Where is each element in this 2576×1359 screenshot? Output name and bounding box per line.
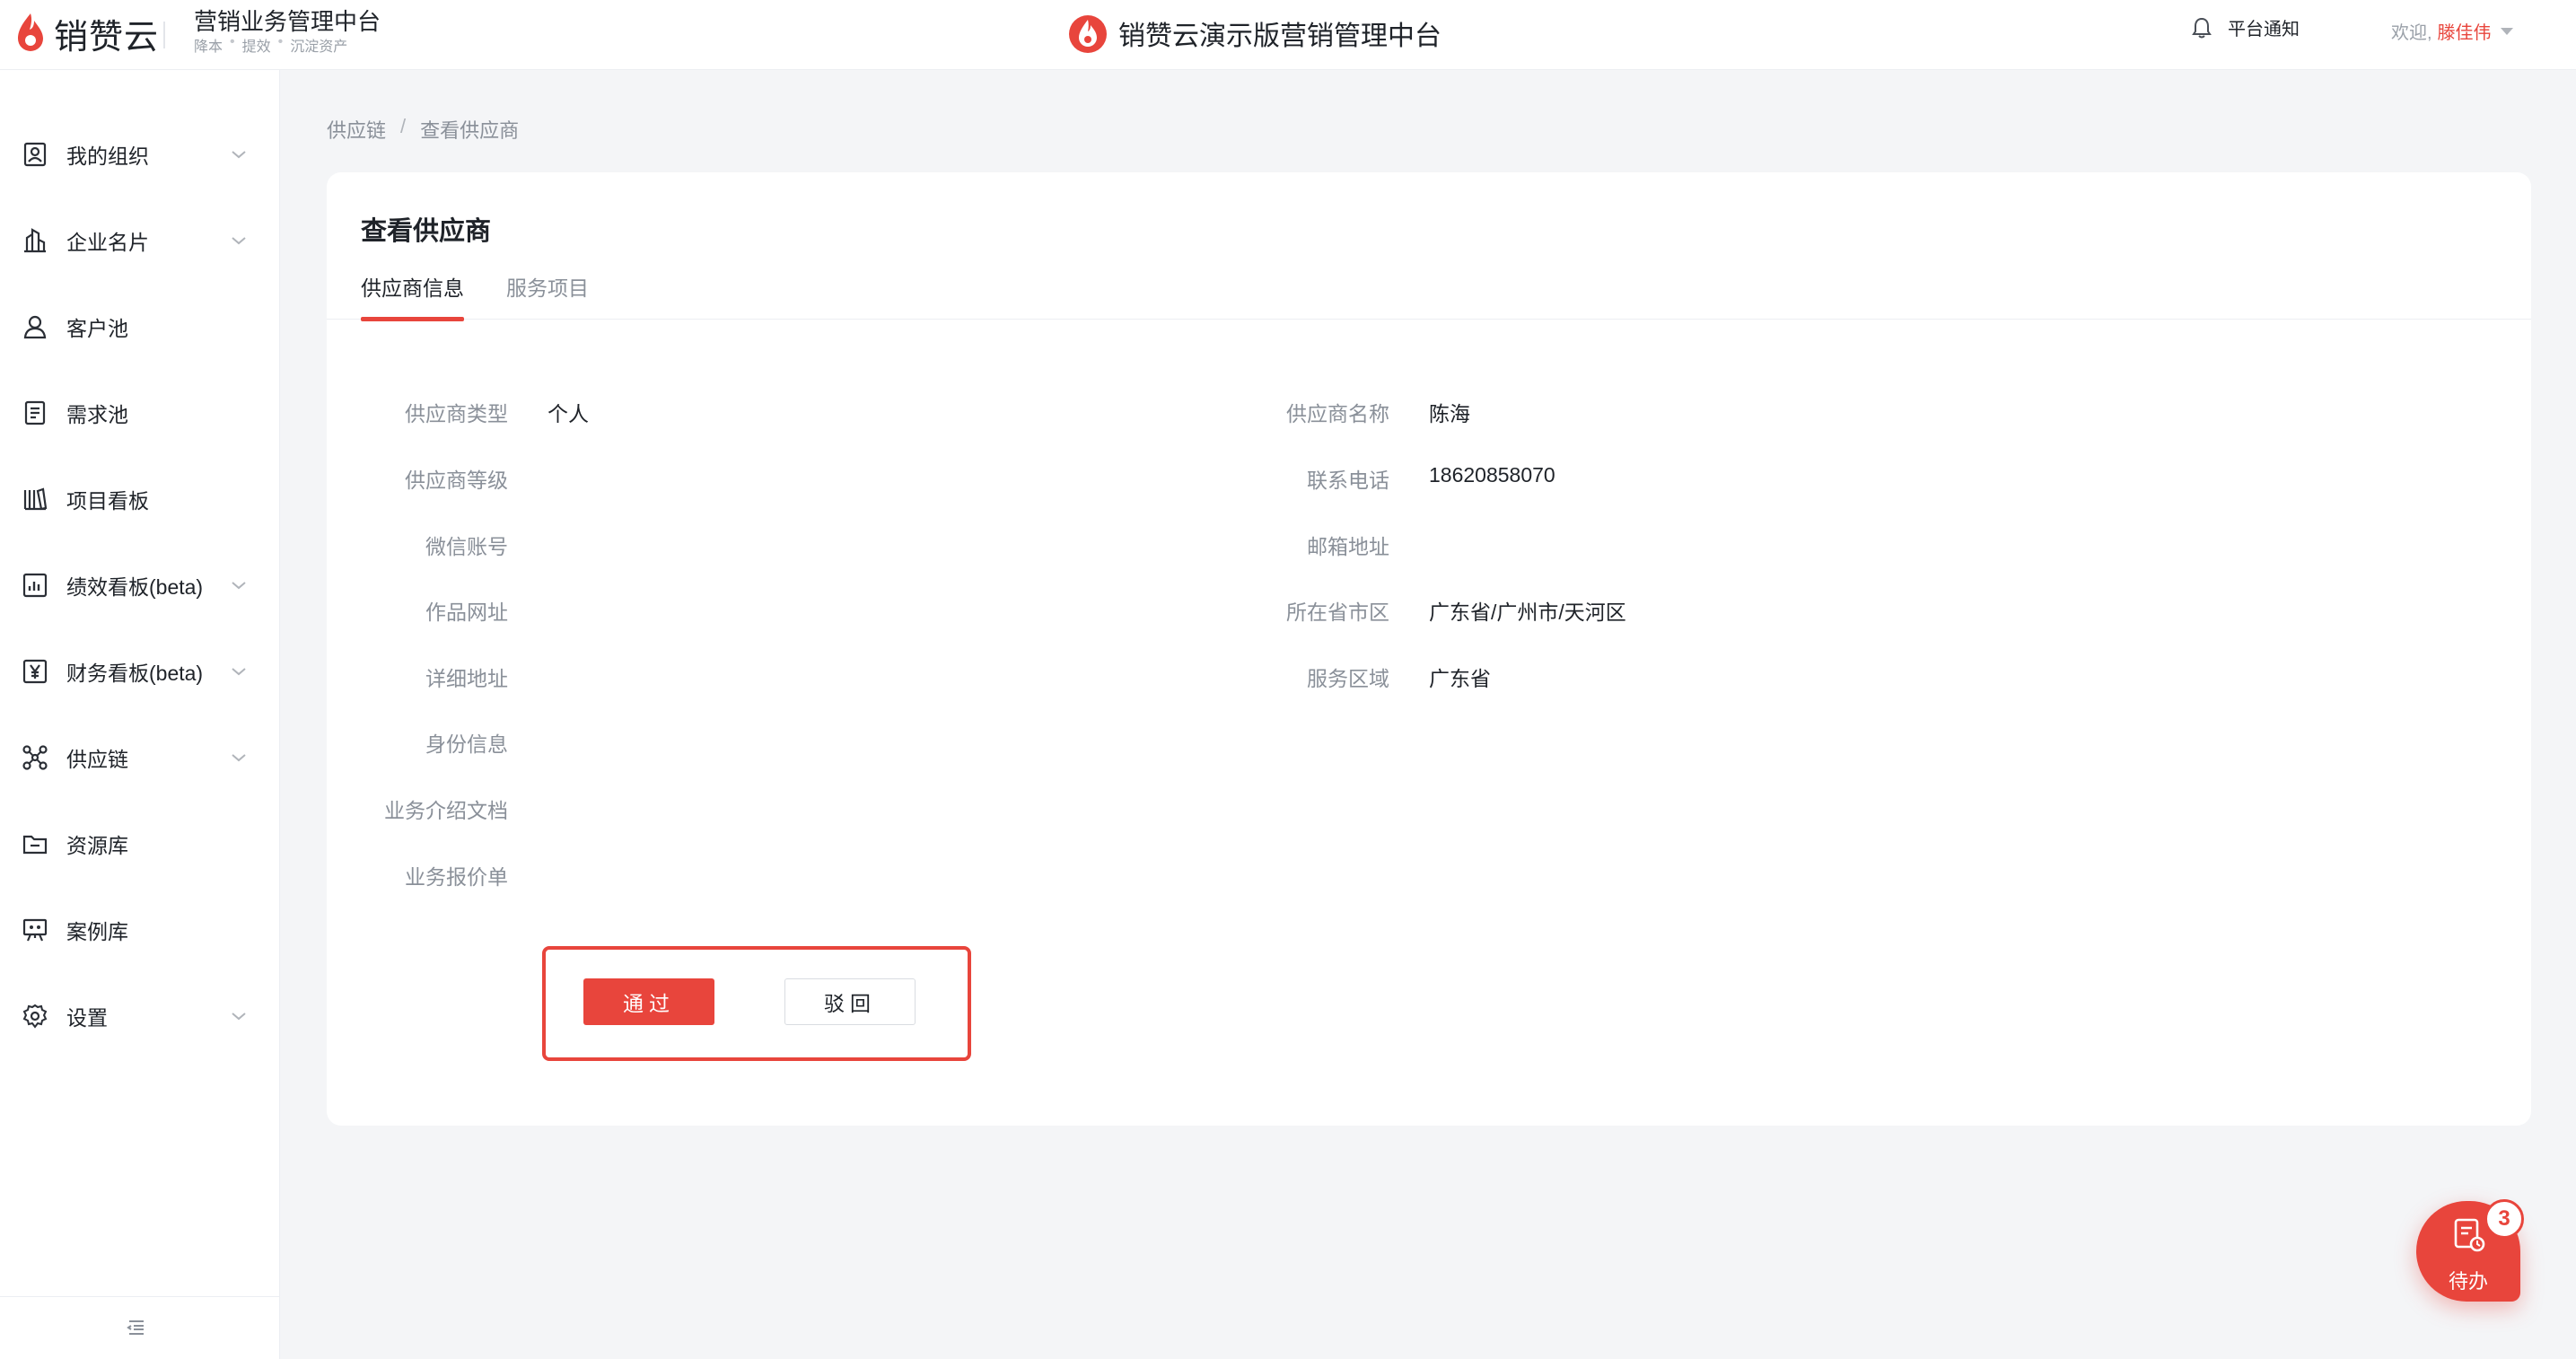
sidebar-item-demands[interactable]: 需求池 (0, 386, 280, 440)
chevron-down-icon (232, 237, 246, 245)
org-icon (23, 142, 47, 167)
collapse-menu-icon (127, 1320, 144, 1335)
breadcrumb: 供应链 / 查看供应商 (327, 115, 519, 144)
sidebar-item-performance[interactable]: 绩效看板(beta) (0, 558, 280, 612)
books-icon (23, 487, 48, 511)
todo-float-button[interactable]: 待办 3 (2416, 1199, 2524, 1302)
presentation-icon (22, 918, 48, 942)
chevron-down-icon (232, 1013, 246, 1021)
gear-icon (22, 1004, 48, 1029)
top-header: 销赞云 营销业务管理中台 降本 • 提效 • 沉淀资产 销赞云演示版营销管理中台… (0, 0, 2576, 70)
sidebar-item-customers[interactable]: 客户池 (0, 300, 280, 354)
breadcrumb-parent[interactable]: 供应链 (327, 115, 386, 144)
field-value-phone: 18620858070 (1429, 463, 1555, 487)
sidebar-item-organization[interactable]: 我的组织 (0, 127, 280, 181)
yen-icon (22, 659, 48, 684)
sidebar-item-label: 企业名片 (66, 231, 149, 254)
reject-button[interactable]: 驳回 (784, 978, 916, 1025)
field-label-address: 详细地址 (425, 667, 508, 690)
field-value-region: 广东省/广州市/天河区 (1429, 601, 1626, 624)
platform-notice[interactable]: 平台通知 (2192, 14, 2300, 40)
breadcrumb-current: 查看供应商 (420, 119, 520, 142)
field-label-supplier-name: 供应商名称 (1286, 402, 1389, 425)
approve-button[interactable]: 通过 (583, 978, 714, 1025)
sidebar-item-projects[interactable]: 项目看板 (0, 472, 280, 526)
document-icon (24, 400, 46, 425)
network-icon (22, 745, 48, 770)
chart-icon (22, 573, 48, 598)
chevron-down-icon (232, 582, 246, 590)
sidebar-item-settings[interactable]: 设置 (0, 989, 280, 1043)
field-label-supplier-level: 供应商等级 (405, 469, 508, 492)
chevron-down-icon (232, 754, 246, 762)
sidebar-item-label: 设置 (66, 1006, 108, 1030)
todo-label: 待办 (2448, 1270, 2488, 1293)
field-label-phone: 联系电话 (1307, 469, 1389, 492)
sidebar-item-resources[interactable]: 资源库 (0, 817, 280, 871)
field-label-quote-sheet: 业务报价单 (405, 865, 508, 889)
tab-bar: 供应商信息 服务项目 (327, 271, 2531, 321)
sidebar-item-finance[interactable]: 财务看板(beta) (0, 644, 280, 698)
field-value-supplier-type: 个人 (548, 402, 589, 425)
field-value-service-area: 广东省 (1429, 667, 1491, 690)
slogan-dot: • (277, 34, 284, 49)
flame-logo-icon (18, 13, 43, 51)
user-menu[interactable]: 欢迎, 滕佳伟 (2391, 18, 2513, 44)
breadcrumb-separator: / (400, 115, 407, 137)
field-label-wechat: 微信账号 (425, 535, 508, 558)
field-label-business-doc: 业务介绍文档 (384, 799, 508, 822)
sidebar-item-label: 财务看板(beta) (66, 662, 204, 685)
brand-logo-icon (1069, 15, 1107, 53)
tab-service-items[interactable]: 服务项目 (506, 271, 589, 320)
slogan-item: 降本 (194, 39, 223, 55)
chevron-down-icon (232, 151, 246, 159)
logo-text: 销赞云 (54, 18, 160, 57)
sidebar-item-label: 案例库 (66, 920, 128, 943)
field-label-service-area: 服务区域 (1307, 667, 1389, 690)
sidebar-item-label: 需求池 (66, 403, 128, 426)
building-icon (24, 228, 46, 253)
slogan-item: 提效 (241, 39, 271, 55)
folder-icon (22, 835, 48, 855)
logo[interactable]: 销赞云 (14, 11, 160, 57)
header-divider (163, 22, 165, 48)
platform-title: 营销业务管理中台 (194, 8, 381, 35)
field-label-email: 邮箱地址 (1307, 535, 1389, 558)
sidebar-item-supply-chain[interactable]: 供应链 (0, 731, 280, 785)
sidebar-item-label: 资源库 (66, 834, 128, 857)
sidebar-item-cases[interactable]: 案例库 (0, 903, 280, 957)
sidebar-item-business-card[interactable]: 企业名片 (0, 214, 280, 267)
field-value-supplier-name: 陈海 (1429, 402, 1470, 425)
sidebar-item-label: 我的组织 (66, 145, 149, 168)
chevron-down-icon (232, 668, 246, 676)
page-title: 查看供应商 (361, 217, 492, 246)
sidebar-collapse-toggle[interactable] (0, 1296, 280, 1359)
user-name: 滕佳伟 (2437, 23, 2492, 43)
bell-icon (2192, 17, 2212, 38)
sidebar-item-label: 供应链 (66, 748, 128, 771)
field-label-portfolio-url: 作品网址 (425, 601, 508, 624)
notice-label: 平台通知 (2228, 20, 2300, 39)
welcome-text: 欢迎, (2391, 23, 2432, 43)
field-label-identity: 身份信息 (425, 732, 508, 756)
sidebar-item-label: 项目看板 (66, 489, 149, 513)
tab-supplier-info[interactable]: 供应商信息 (361, 271, 464, 321)
user-icon (23, 315, 47, 339)
center-title: 销赞云演示版营销管理中台 (1118, 22, 1441, 51)
platform-slogan: 降本 • 提效 • 沉淀资产 (194, 34, 347, 56)
todo-clipboard-icon (2454, 1218, 2485, 1252)
slogan-dot: • (230, 34, 235, 49)
center-brand: 销赞云演示版营销管理中台 (1068, 13, 1441, 54)
caret-down-icon (2500, 27, 2513, 35)
field-label-supplier-type: 供应商类型 (405, 402, 508, 425)
slogan-item: 沉淀资产 (290, 39, 348, 55)
field-label-region: 所在省市区 (1286, 601, 1389, 624)
sidebar: 我的组织 企业名片 客户池 需求池 项目看板 绩效看板(beta) 财务看板(b… (0, 70, 280, 1359)
sidebar-item-label: 客户池 (66, 317, 128, 340)
supplier-detail-card: 查看供应商 供应商信息 服务项目 供应商类型 个人 供应商等级 微信账号 作品网… (327, 172, 2531, 1126)
todo-count-badge: 3 (2484, 1199, 2524, 1239)
sidebar-item-label: 绩效看板(beta) (66, 575, 204, 599)
